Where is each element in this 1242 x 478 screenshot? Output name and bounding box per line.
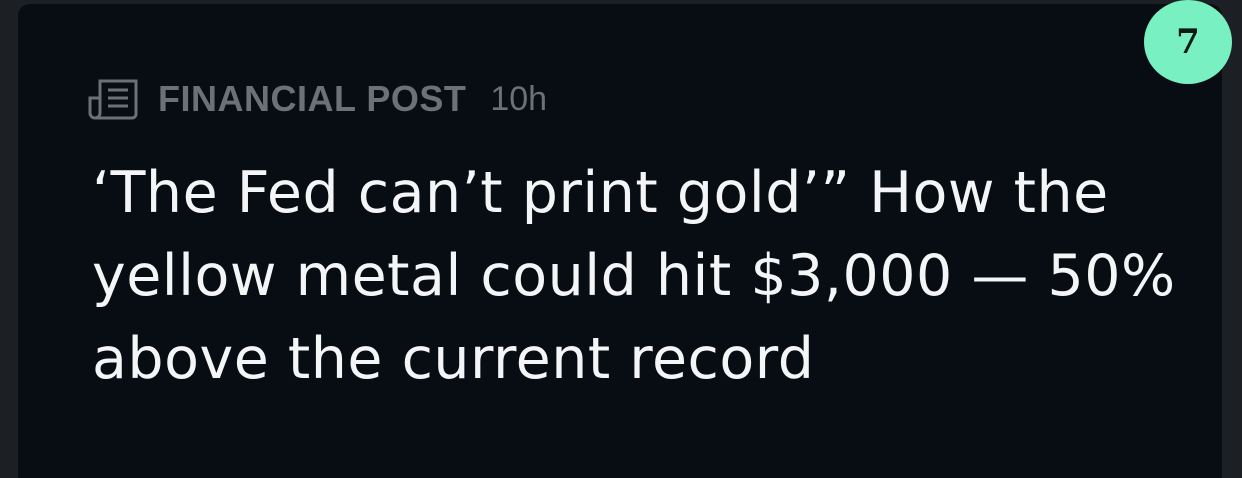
article-headline[interactable]: ‘The Fed can’t print gold’” How the yell… xyxy=(92,152,1192,401)
source-name[interactable]: FINANCIAL POST xyxy=(158,78,466,120)
newspaper-icon xyxy=(88,78,140,120)
timestamp: 10h xyxy=(490,79,548,118)
news-card[interactable]: FINANCIAL POST 10h ‘The Fed can’t print … xyxy=(18,4,1222,478)
unread-count-badge: 7 xyxy=(1144,0,1232,84)
source-row: FINANCIAL POST 10h xyxy=(88,76,547,122)
